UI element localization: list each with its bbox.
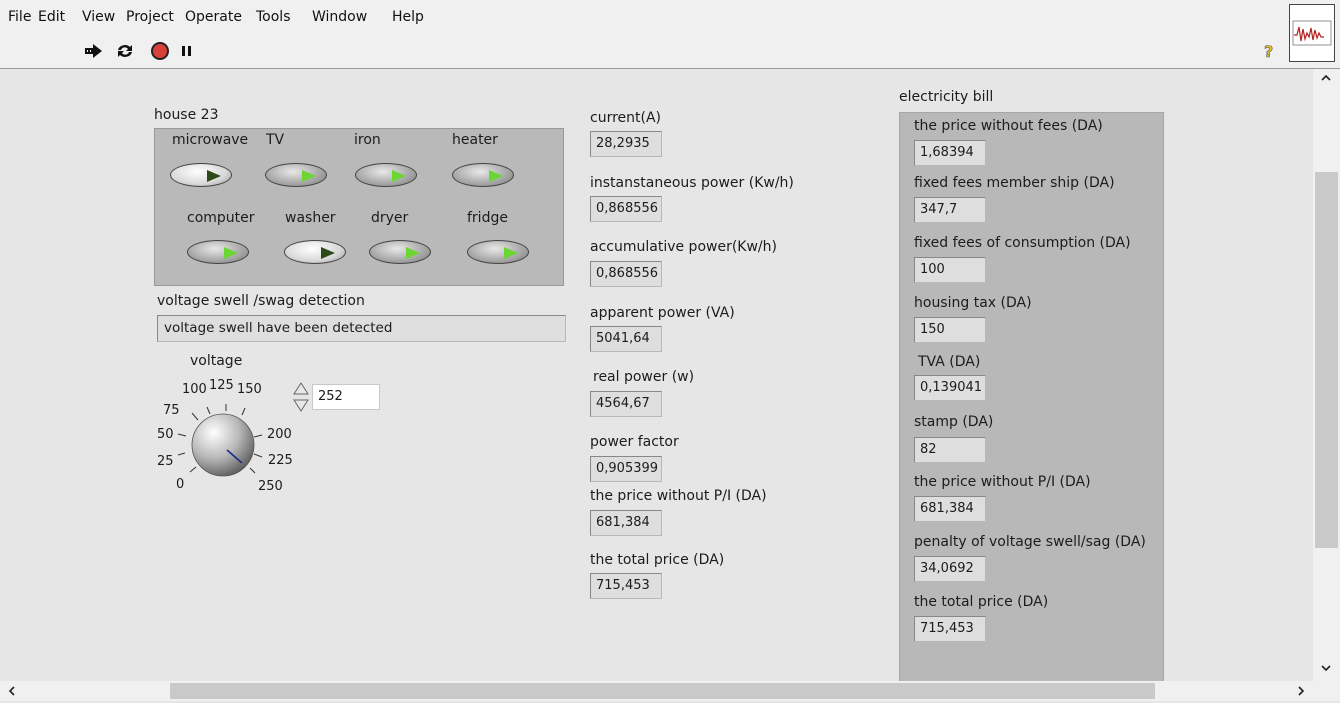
meas-power-factor: 0,905399 [590, 456, 662, 482]
meas-label-inst-power: instanstaneous power (Kw/h) [590, 175, 794, 191]
tick-25: 25 [157, 454, 174, 469]
switch-iron[interactable] [355, 163, 417, 187]
bill-label-price-without-pi: the price without P/I (DA) [914, 474, 1091, 490]
led-on-icon [392, 170, 406, 182]
vi-icon[interactable] [1289, 4, 1335, 62]
led-on-icon [302, 170, 316, 182]
menu-file[interactable]: File [8, 9, 31, 25]
context-help-icon[interactable]: ? [1258, 40, 1280, 62]
switch-heater[interactable] [452, 163, 514, 187]
meas-inst-power: 0,868556 [590, 196, 662, 222]
tick-0: 0 [176, 477, 185, 492]
run-continuously-icon[interactable] [114, 40, 136, 62]
led-on-icon [489, 170, 503, 182]
bill-tva: 0,139041 [914, 375, 986, 401]
tick-50: 50 [157, 427, 174, 442]
toolbar [0, 36, 1340, 69]
tick-200: 200 [267, 427, 292, 442]
swell-label: voltage swell /swag detection [157, 293, 365, 309]
voltage-label: voltage [190, 353, 243, 369]
bill-penalty: 34,0692 [914, 556, 986, 582]
switch-dryer[interactable] [369, 240, 431, 264]
bill-label-tva: TVA (DA) [918, 354, 981, 370]
run-arrow-icon[interactable] [83, 40, 105, 62]
horizontal-scroll-thumb[interactable] [170, 683, 1155, 699]
scroll-left-icon[interactable] [4, 683, 20, 699]
house-title: house 23 [154, 107, 219, 123]
bill-label-total-price: the total price (DA) [914, 594, 1049, 610]
pause-icon[interactable] [176, 40, 198, 62]
bill-housing-tax: 150 [914, 317, 986, 343]
switch-computer[interactable] [187, 240, 249, 264]
meas-total-price: 715,453 [590, 573, 662, 599]
meas-accum-power: 0,868556 [590, 261, 662, 287]
label-computer: computer [187, 210, 255, 226]
menu-edit[interactable]: Edit [38, 9, 65, 25]
switch-microwave[interactable] [170, 163, 232, 187]
bill-membership: 347,7 [914, 197, 986, 223]
abort-icon[interactable] [149, 40, 171, 62]
svg-text:?: ? [1264, 42, 1273, 61]
menu-help[interactable]: Help [392, 9, 424, 25]
tick-150: 150 [237, 382, 262, 397]
swell-indicator: voltage swell have been detected [157, 315, 566, 342]
scroll-up-icon[interactable] [1318, 70, 1334, 86]
menu-bar: File Edit View Project Operate Tools Win… [0, 0, 1340, 36]
led-off-icon [207, 170, 221, 182]
menu-view[interactable]: View [82, 9, 115, 25]
menu-project[interactable]: Project [126, 9, 174, 25]
label-heater: heater [452, 132, 498, 148]
led-off-icon [321, 247, 335, 259]
scroll-down-icon[interactable] [1318, 660, 1334, 676]
switch-tv[interactable] [265, 163, 327, 187]
led-on-icon [504, 247, 518, 259]
bill-label-penalty: penalty of voltage swell/sag (DA) [914, 534, 1146, 550]
switch-fridge[interactable] [467, 240, 529, 264]
menu-tools[interactable]: Tools [256, 9, 291, 25]
label-tv: TV [266, 132, 285, 148]
meas-current: 28,2935 [590, 131, 662, 157]
meas-label-power-factor: power factor [590, 434, 679, 450]
bill-total-price: 715,453 [914, 616, 986, 642]
bill-price-without-fees: 1,68394 [914, 140, 986, 166]
led-on-icon [224, 247, 238, 259]
led-on-icon [406, 247, 420, 259]
bill-title: electricity bill [899, 89, 994, 105]
bill-consumption-fees: 100 [914, 257, 986, 283]
tick-100: 100 [182, 382, 207, 397]
tick-125: 125 [209, 378, 234, 393]
meas-price-without-pi: 681,384 [590, 510, 662, 536]
meas-label-accum-power: accumulative power(Kw/h) [590, 239, 777, 255]
bill-label-price-without-fees: the price without fees (DA) [914, 118, 1103, 134]
label-iron: iron [354, 132, 381, 148]
bill-label-stamp: stamp (DA) [914, 414, 994, 430]
meas-label-apparent-power: apparent power (VA) [590, 305, 735, 321]
vertical-scroll-thumb[interactable] [1315, 172, 1338, 548]
label-dryer: dryer [371, 210, 409, 226]
meas-apparent-power: 5041,64 [590, 326, 662, 352]
meas-label-real-power: real power (w) [593, 369, 695, 385]
label-microwave: microwave [172, 132, 249, 148]
menu-operate[interactable]: Operate [185, 9, 242, 25]
bill-label-membership: fixed fees member ship (DA) [914, 175, 1115, 191]
scroll-right-icon[interactable] [1293, 683, 1309, 699]
meas-real-power: 4564,67 [590, 391, 662, 417]
menu-window[interactable]: Window [312, 9, 367, 25]
label-washer: washer [285, 210, 336, 226]
bill-label-consumption-fees: fixed fees of consumption (DA) [914, 235, 1131, 251]
tick-75: 75 [163, 403, 180, 418]
meas-label-total-price: the total price (DA) [590, 552, 725, 568]
meas-label-current: current(A) [590, 110, 662, 126]
label-fridge: fridge [467, 210, 508, 226]
tick-250: 250 [258, 479, 283, 494]
switch-washer[interactable] [284, 240, 346, 264]
bill-stamp: 82 [914, 437, 986, 463]
voltage-numeric-input[interactable]: 252 [312, 384, 380, 410]
meas-label-price-without-pi: the price without P/I (DA) [590, 488, 767, 504]
bill-price-without-pi: 681,384 [914, 496, 986, 522]
bill-label-housing-tax: housing tax (DA) [914, 295, 1032, 311]
voltage-increment-decrement[interactable] [292, 382, 310, 412]
tick-225: 225 [268, 453, 293, 468]
